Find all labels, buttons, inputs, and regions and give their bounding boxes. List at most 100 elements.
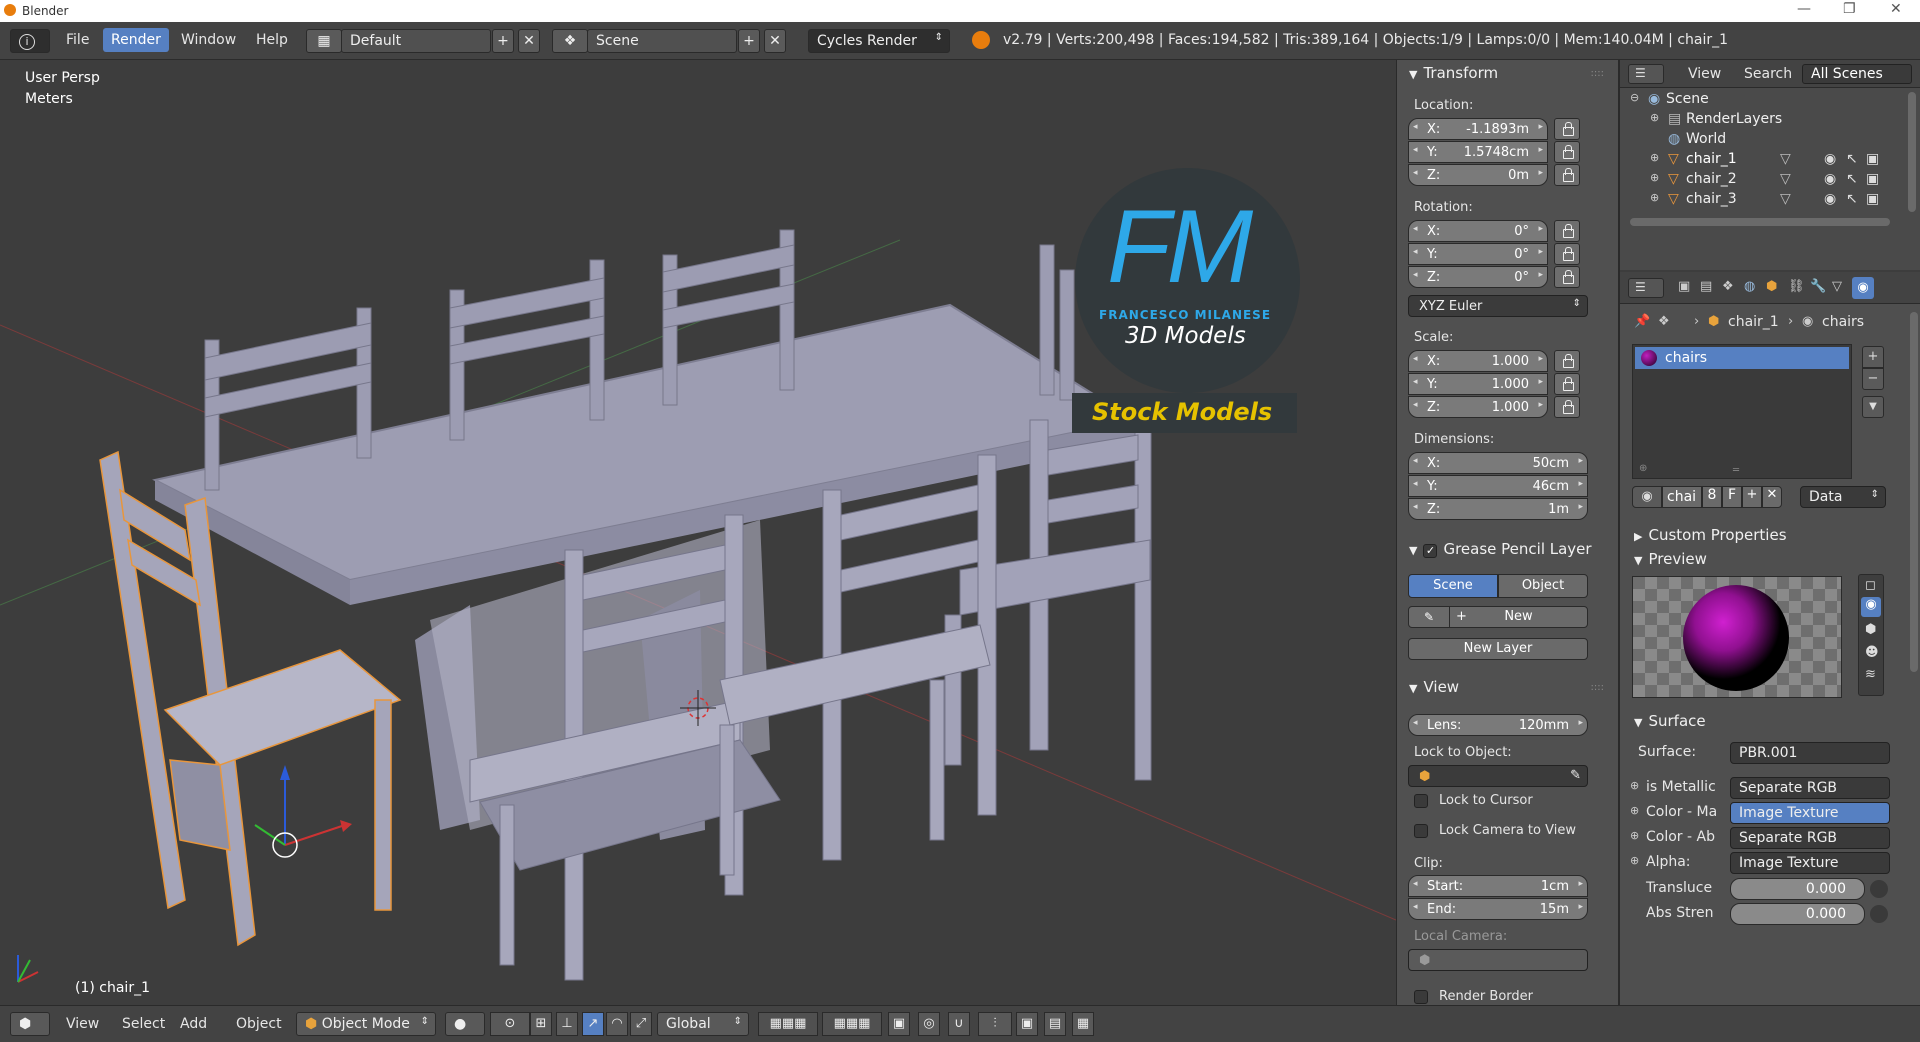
layout-name-field[interactable]: Default	[341, 29, 491, 53]
lock-layers-button[interactable]: ▣	[888, 1012, 910, 1036]
material-slot-item[interactable]: chairs	[1635, 347, 1849, 369]
render-engine-select[interactable]: Cycles Render ⇕	[808, 29, 950, 53]
lock-rotation-y-icon[interactable]	[1554, 243, 1580, 265]
lens-field[interactable]: ◂ Lens: 120mm ▸	[1408, 714, 1588, 736]
data-tab-icon[interactable]: ▽	[1832, 279, 1842, 294]
cube-preview-icon[interactable]: ⬢	[1865, 622, 1876, 637]
unlink-material-button[interactable]: ✕	[1762, 486, 1782, 508]
custom-properties-header[interactable]: ▶ Custom Properties	[1634, 526, 1787, 544]
new-material-button[interactable]: +	[1742, 486, 1762, 508]
socket-icon[interactable]: ⊕	[1630, 854, 1639, 867]
dimensions-x-field[interactable]: ◂ X: 50cm ▸	[1408, 452, 1588, 474]
menu-select[interactable]: Select	[122, 1016, 165, 1032]
input-metallic-select[interactable]: Separate RGB	[1730, 777, 1890, 799]
mode-select[interactable]: ⬢ Object Mode ⇕	[296, 1012, 436, 1036]
outliner-editor-type-button[interactable]: ☰	[1628, 64, 1664, 84]
layout-browse-button[interactable]: ▦	[306, 29, 342, 53]
outliner-v-scrollbar[interactable]	[1908, 92, 1916, 212]
cursor-select-icon[interactable]: ↖	[1846, 171, 1858, 187]
outliner-row-renderlayers[interactable]: ⊕ ▤ RenderLayers	[1620, 110, 1905, 130]
preview-header[interactable]: ▼ Preview	[1634, 550, 1707, 568]
render-camera-icon[interactable]: ▣	[1866, 171, 1879, 187]
lock-scale-x-icon[interactable]	[1554, 350, 1580, 372]
object-tab-icon[interactable]: ⬢	[1766, 279, 1777, 294]
dimensions-z-field[interactable]: ◂ Z: 1m ▸	[1408, 498, 1588, 520]
outliner-row-chair-2[interactable]: ⊕ ▽ chair_2 ▽ ◉ ↖ ▣	[1620, 170, 1905, 190]
manipulator-toggle[interactable]: ⊞	[530, 1012, 552, 1036]
menu-file[interactable]: File	[66, 32, 89, 48]
lock-to-cursor-checkbox[interactable]	[1414, 794, 1428, 808]
monkey-preview-icon[interactable]: ☻	[1865, 645, 1879, 660]
transform-panel-header[interactable]: ▼ Transform	[1409, 64, 1498, 82]
lock-scale-z-icon[interactable]	[1554, 396, 1580, 418]
clip-end-field[interactable]: ◂ End: 15m ▸	[1408, 898, 1588, 920]
layers-block-2[interactable]: ▦▦▦	[822, 1012, 882, 1036]
layers-block-1[interactable]: ▦▦▦	[758, 1012, 818, 1036]
collapse-icon[interactable]: ⊖	[1630, 91, 1639, 104]
expand-icon[interactable]: ⊕	[1650, 171, 1659, 184]
input-alpha-select[interactable]: Image Texture	[1730, 852, 1890, 874]
opengl-render-button[interactable]: ▣	[1016, 1012, 1038, 1036]
props-editor-type-button[interactable]: ☰	[1628, 278, 1664, 298]
input-color-ma-select[interactable]: Image Texture	[1730, 802, 1890, 824]
flat-preview-icon[interactable]: ◻	[1865, 578, 1876, 593]
snap-toggle[interactable]: ∪	[948, 1012, 970, 1036]
pin-icon[interactable]: 📌	[1634, 314, 1650, 329]
delete-scene-button[interactable]: ✕	[764, 29, 786, 53]
surface-shader-select[interactable]: PBR.001	[1730, 742, 1890, 764]
abs-strength-field[interactable]: 0.000	[1730, 903, 1865, 925]
dimensions-y-field[interactable]: ◂ Y: 46cm ▸	[1408, 475, 1588, 497]
expand-icon[interactable]: ⊕	[1650, 151, 1659, 164]
socket-icon[interactable]: ⊕	[1630, 779, 1639, 792]
scale-z-field[interactable]: ◂ Z: 1.000 ▸	[1408, 396, 1548, 418]
translucent-field[interactable]: 0.000	[1730, 878, 1865, 900]
drag-grip-icon[interactable]: ::::	[1591, 682, 1604, 693]
scale-x-field[interactable]: ◂ X: 1.000 ▸	[1408, 350, 1548, 372]
rotation-z-field[interactable]: ◂ Z: 0° ▸	[1408, 266, 1548, 288]
material-name-field[interactable]: chai	[1662, 486, 1702, 508]
surface-header[interactable]: ▼ Surface	[1634, 712, 1706, 730]
hair-preview-icon[interactable]: ≋	[1865, 667, 1876, 682]
socket-link-button[interactable]	[1870, 880, 1888, 898]
scale-manipulator-toggle[interactable]: ⤢	[630, 1012, 652, 1036]
location-x-field[interactable]: ◂ X: -1.1893m ▸	[1408, 118, 1548, 140]
outliner-h-scrollbar[interactable]	[1630, 218, 1890, 226]
tab-scene[interactable]: Scene	[1408, 574, 1498, 598]
slot-specials-button[interactable]: ▼	[1862, 396, 1884, 418]
socket-icon[interactable]: ⊕	[1630, 829, 1639, 842]
restore-button[interactable]: ❐	[1843, 1, 1856, 17]
close-window-button[interactable]: ✕	[1890, 1, 1902, 17]
add-slot-icon[interactable]: ⊕	[1639, 463, 1647, 474]
menu-object[interactable]: Object	[236, 1016, 282, 1032]
material-tab-icon[interactable]: ◉	[1852, 277, 1874, 299]
render-tab-icon[interactable]: ▣	[1678, 279, 1690, 294]
view-panel-header[interactable]: ▼ View	[1409, 678, 1459, 696]
lock-camera-checkbox[interactable]	[1414, 824, 1428, 838]
cursor-select-icon[interactable]: ↖	[1846, 191, 1858, 207]
outliner-row-chair-1[interactable]: ⊕ ▽ chair_1 ▽ ◉ ↖ ▣	[1620, 150, 1905, 170]
outliner-view-menu[interactable]: View	[1688, 66, 1721, 82]
menu-help[interactable]: Help	[256, 32, 288, 48]
scene-name-field[interactable]: Scene	[587, 29, 737, 53]
opengl-render-anim-button[interactable]: ▤	[1044, 1012, 1066, 1036]
location-z-field[interactable]: ◂ Z: 0m ▸	[1408, 164, 1548, 186]
modifiers-tab-icon[interactable]: 🔧	[1810, 279, 1826, 294]
outliner-row-chair-3[interactable]: ⊕ ▽ chair_3 ▽ ◉ ↖ ▣	[1620, 190, 1905, 210]
lock-rotation-x-icon[interactable]	[1554, 220, 1580, 242]
display-mode-select[interactable]: All Scenes	[1802, 64, 1912, 84]
translate-manipulator-toggle[interactable]: ↗	[582, 1012, 604, 1036]
checkmark-icon[interactable]: ✓	[1423, 544, 1438, 558]
lock-object-field[interactable]: ⬢ ✎	[1408, 765, 1588, 787]
orientation-select[interactable]: Global ⇕	[657, 1012, 749, 1036]
outliner-row-world[interactable]: ◍ World	[1620, 130, 1905, 150]
cursor-select-icon[interactable]: ↖	[1846, 151, 1858, 167]
outliner-search-menu[interactable]: Search	[1744, 66, 1792, 82]
location-y-field[interactable]: ◂ Y: 1.5748cm ▸	[1408, 141, 1548, 163]
grease-browse-button[interactable]: ✎	[1408, 606, 1450, 628]
eyedropper-icon[interactable]: ✎	[1570, 768, 1581, 783]
eye-icon[interactable]: ◉	[1824, 151, 1836, 167]
menu-render[interactable]: Render	[103, 28, 169, 52]
lock-location-x-icon[interactable]	[1554, 118, 1580, 140]
menu-window[interactable]: Window	[181, 32, 236, 48]
rotation-y-field[interactable]: ◂ Y: 0° ▸	[1408, 243, 1548, 265]
